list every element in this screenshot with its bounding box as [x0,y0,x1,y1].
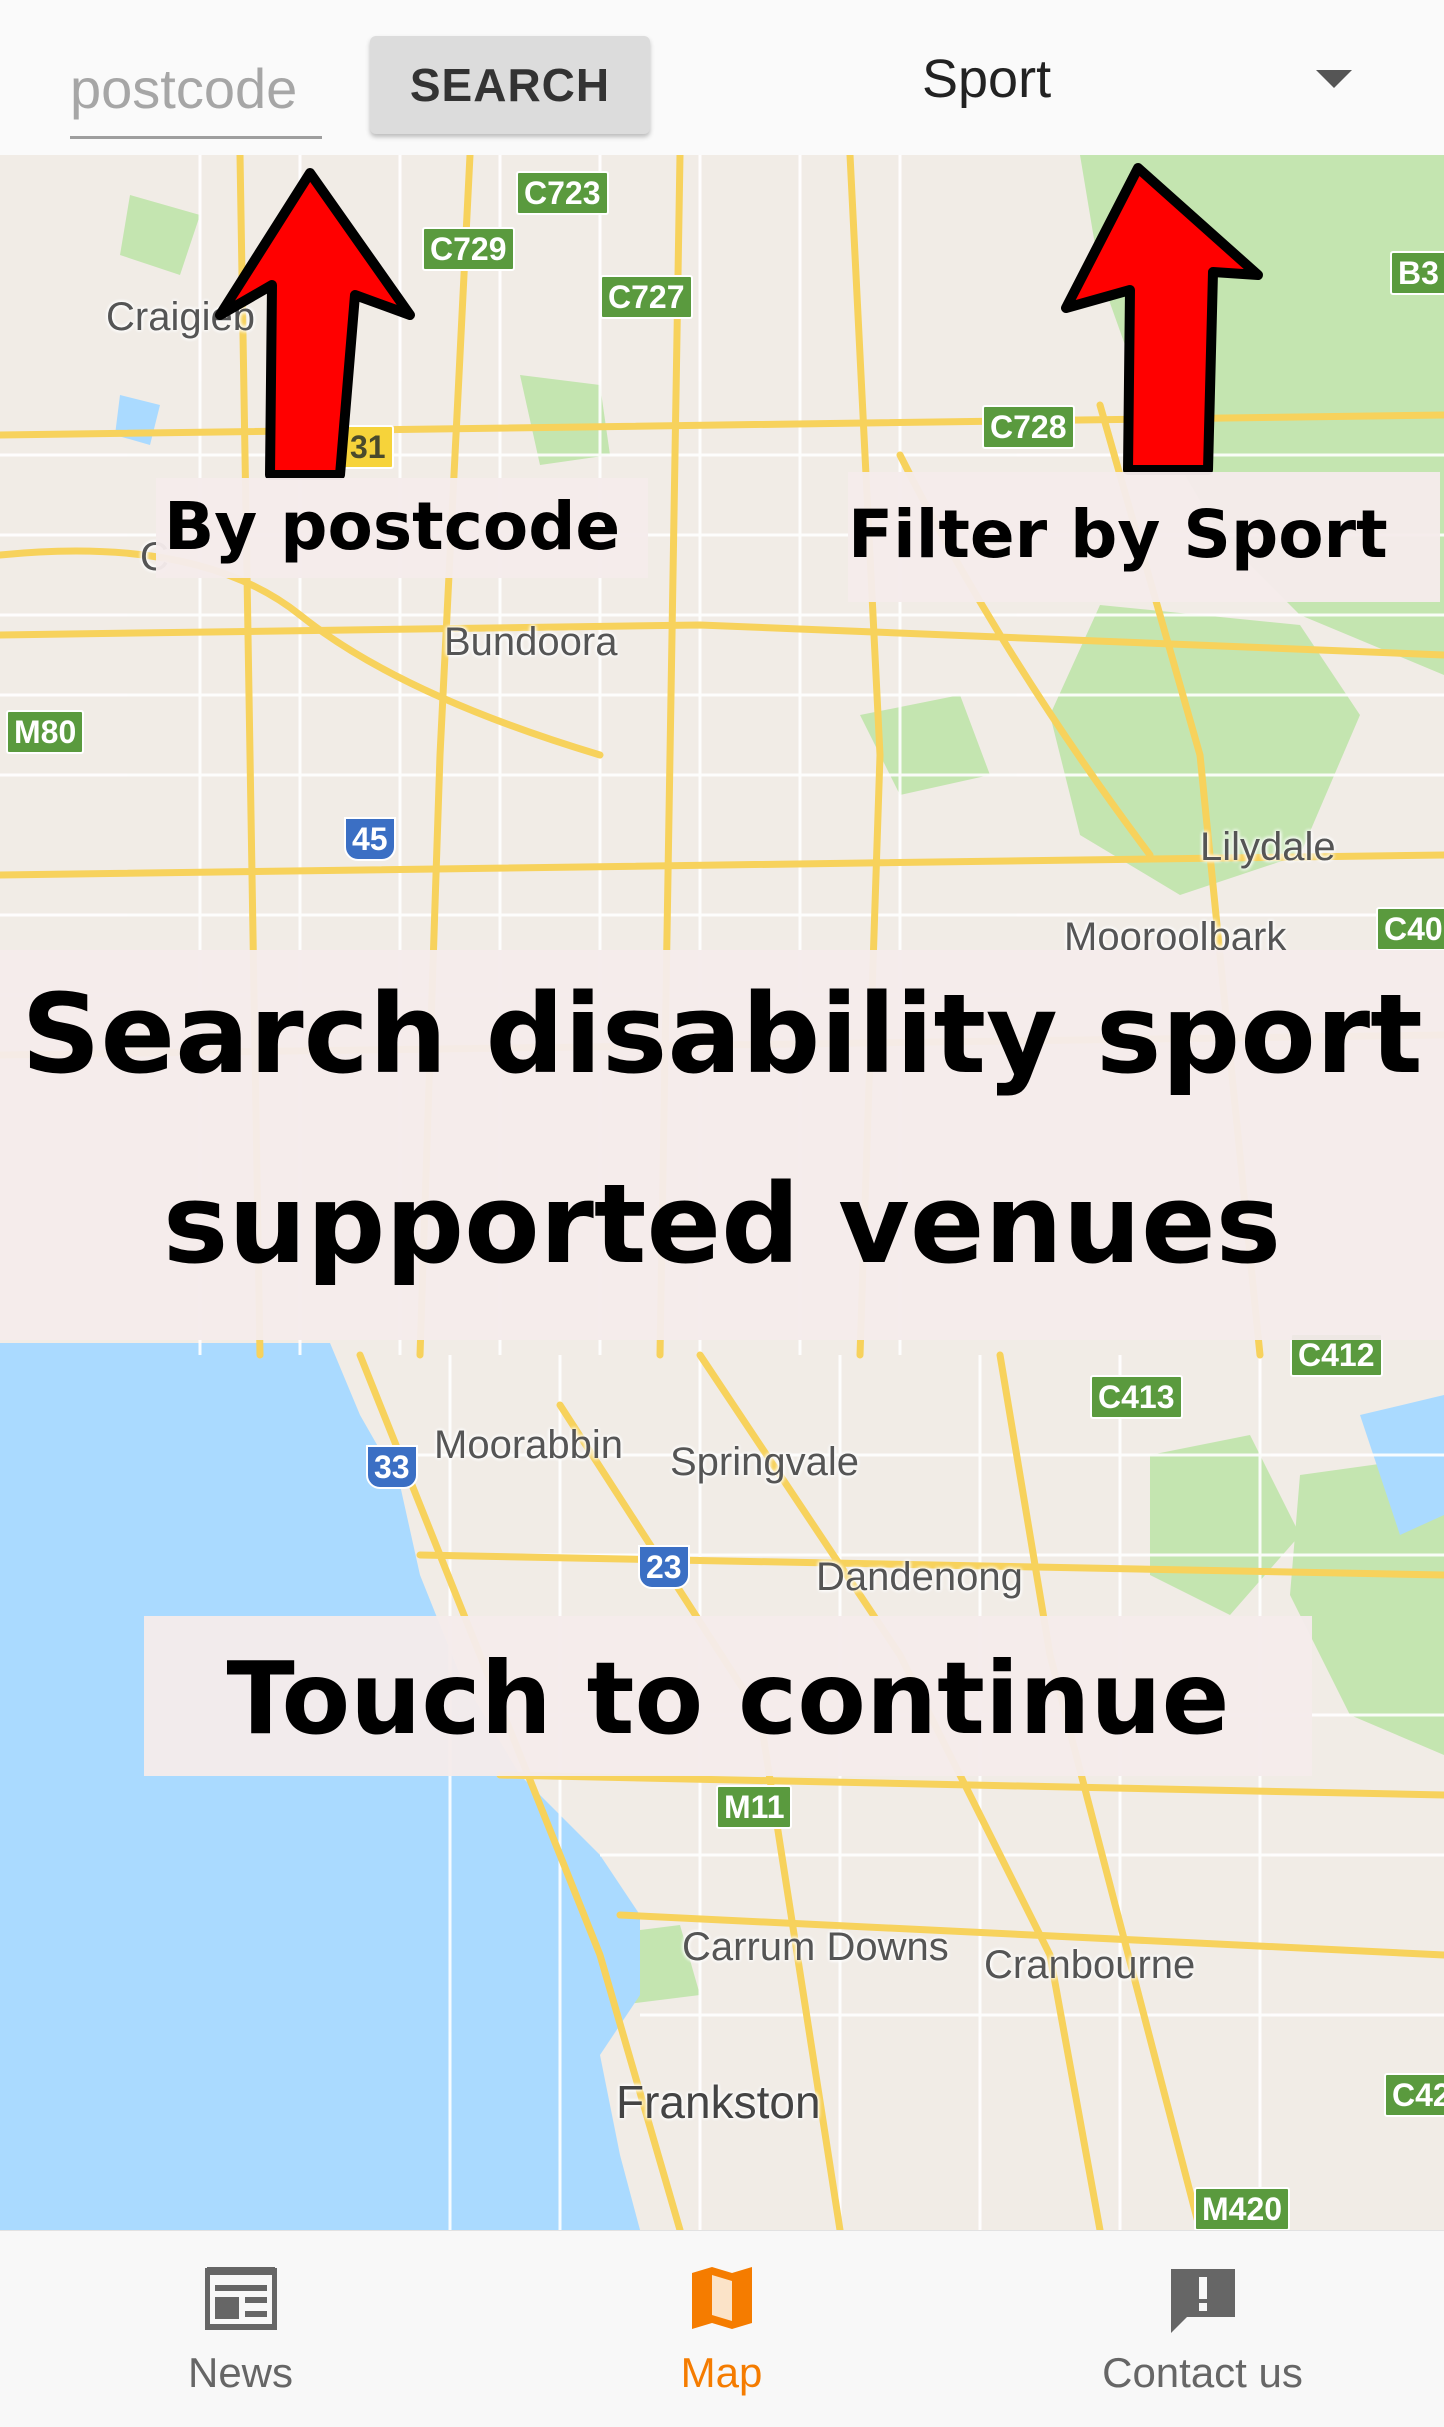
continue-button[interactable]: Touch to continue [144,1616,1312,1776]
arrow-up-icon [1061,163,1263,475]
search-button[interactable]: SEARCH [370,36,650,134]
nav-label-contact: Contact us [1102,2349,1303,2396]
place-label: Carrum Downs [682,1925,949,1969]
place-label: Bundoora [444,620,618,664]
postcode-callout: By postcode [156,478,648,578]
dropdown-caret-icon [1316,70,1352,88]
headline-line-1: Search disability sport [21,970,1423,1098]
route-shield: 33 [366,1445,418,1489]
nav-item-news[interactable]: News [0,2231,481,2427]
news-icon [204,2267,277,2330]
route-shield: 45 [344,817,396,861]
place-label: Moorabbin [434,1423,624,1467]
top-bar: SEARCH Sport [0,0,1444,155]
place-label: Lilydale [1200,825,1336,869]
sport-dropdown-value: Sport [922,49,1052,109]
nav-item-contact[interactable]: Contact us [962,2231,1443,2427]
place-label: Cranbourne [984,1943,1196,1987]
nav-label-news: News [187,2349,294,2396]
route-shield: M11 [716,1785,793,1829]
place-label: Dandenong [816,1555,1023,1599]
sport-dropdown[interactable]: Sport [900,30,1380,130]
headline-line-2: supported venues [162,1160,1282,1288]
route-shield: C40 [1376,907,1444,951]
route-shield: C723 [516,171,609,215]
continue-text: Touch to continue [226,1640,1230,1757]
sport-callout-text: Filter by Sport [848,496,1388,573]
nav-item-map[interactable]: Map [481,2231,962,2427]
route-shield: C413 [1090,1375,1183,1419]
place-label: Frankston [616,2076,821,2128]
place-label: Springvale [670,1440,860,1484]
route-shield: C727 [600,275,693,319]
route-shield: C42 [1384,2073,1444,2117]
headline-banner: Search disability sport supported venues [0,950,1444,1340]
postcode-callout-text: By postcode [164,488,621,565]
bottom-navigation: News Map Contact us [0,2230,1444,2427]
postcode-input[interactable] [70,40,322,139]
route-shield: 23 [638,1545,690,1589]
route-shield: M420 [1194,2187,1291,2230]
map-icon [691,2267,752,2329]
nav-label-map: Map [680,2349,763,2396]
sport-callout: Filter by Sport [848,472,1440,602]
route-shield: C729 [422,227,515,271]
route-shield: M80 [6,710,85,754]
feedback-icon [1170,2269,1235,2333]
arrow-up-icon [215,168,415,480]
route-shield: B3 [1390,251,1444,295]
